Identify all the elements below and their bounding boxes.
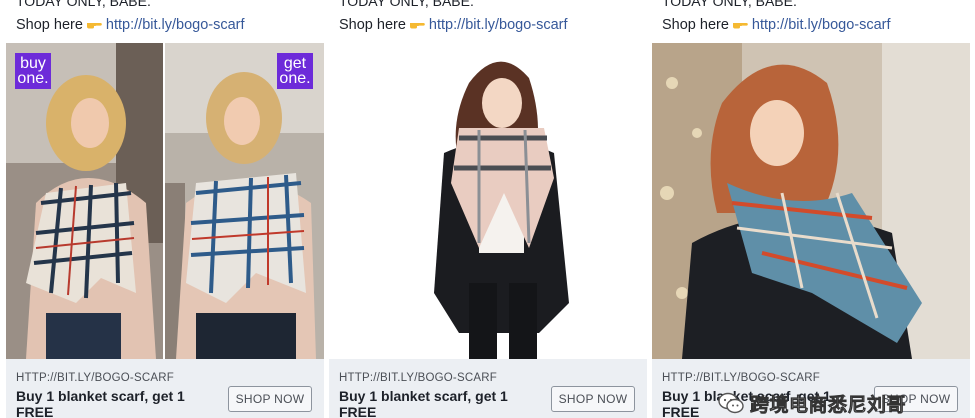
shop-now-button[interactable]: SHOP NOW xyxy=(228,386,312,412)
ad-headline[interactable]: Buy 1 blanket scarf, get 1 FREE xyxy=(16,388,221,418)
ad-link[interactable]: http://bit.ly/bogo-scarf xyxy=(106,17,245,33)
wechat-icon xyxy=(718,392,744,414)
shop-prefix: Shop here xyxy=(662,17,729,33)
shop-prefix: Shop here xyxy=(339,17,406,33)
ad-headline[interactable]: Buy 1 blanket scarf, get 1 FREE xyxy=(339,388,544,418)
pointing-hand-icon xyxy=(732,23,748,29)
pointing-hand-icon xyxy=(409,23,425,29)
shop-prefix: Shop here xyxy=(16,17,83,33)
watermark: 跨境电商悉尼刘哥 xyxy=(718,388,975,418)
ad-footer: HTTP://BIT.LY/BOGO-SCARF Buy 1 blanket s… xyxy=(6,359,324,418)
ad-domain: HTTP://BIT.LY/BOGO-SCARF xyxy=(16,372,174,384)
shop-line: Shop here http://bit.ly/bogo-scarf xyxy=(339,16,568,34)
ad-intro-text: TODAY ONLY, BABE. xyxy=(662,0,797,9)
shop-line: Shop here http://bit.ly/bogo-scarf xyxy=(662,16,891,34)
get-one-badge: get one. xyxy=(277,53,313,89)
ad-link[interactable]: http://bit.ly/bogo-scarf xyxy=(429,17,568,33)
ad-intro-text: TODAY ONLY, BABE. xyxy=(16,0,151,9)
buy-one-badge: buy one. xyxy=(15,53,51,89)
watermark-text: 跨境电商悉尼刘哥 xyxy=(750,393,907,416)
ad-card: TODAY ONLY, BABE. Shop here http://bit.ly… xyxy=(652,0,970,418)
ad-creative-image[interactable] xyxy=(329,43,647,359)
shop-now-button[interactable]: SHOP NOW xyxy=(551,386,635,412)
ad-creative-image[interactable] xyxy=(652,43,970,359)
ad-footer: HTTP://BIT.LY/BOGO-SCARF Buy 1 blanket s… xyxy=(329,359,647,418)
ad-domain: HTTP://BIT.LY/BOGO-SCARF xyxy=(662,372,820,384)
ad-card: TODAY ONLY, BABE. Shop here http://bit.ly… xyxy=(329,0,647,418)
ad-intro-text: TODAY ONLY, BABE. xyxy=(339,0,474,9)
shop-line: Shop here http://bit.ly/bogo-scarf xyxy=(16,16,245,34)
ad-link[interactable]: http://bit.ly/bogo-scarf xyxy=(752,17,891,33)
ad-card: TODAY ONLY, BABE. Shop here http://bit.ly… xyxy=(6,0,324,418)
ad-creative-image[interactable]: buy one. get one. xyxy=(6,43,324,359)
pointing-hand-icon xyxy=(86,23,102,29)
ad-domain: HTTP://BIT.LY/BOGO-SCARF xyxy=(339,372,497,384)
